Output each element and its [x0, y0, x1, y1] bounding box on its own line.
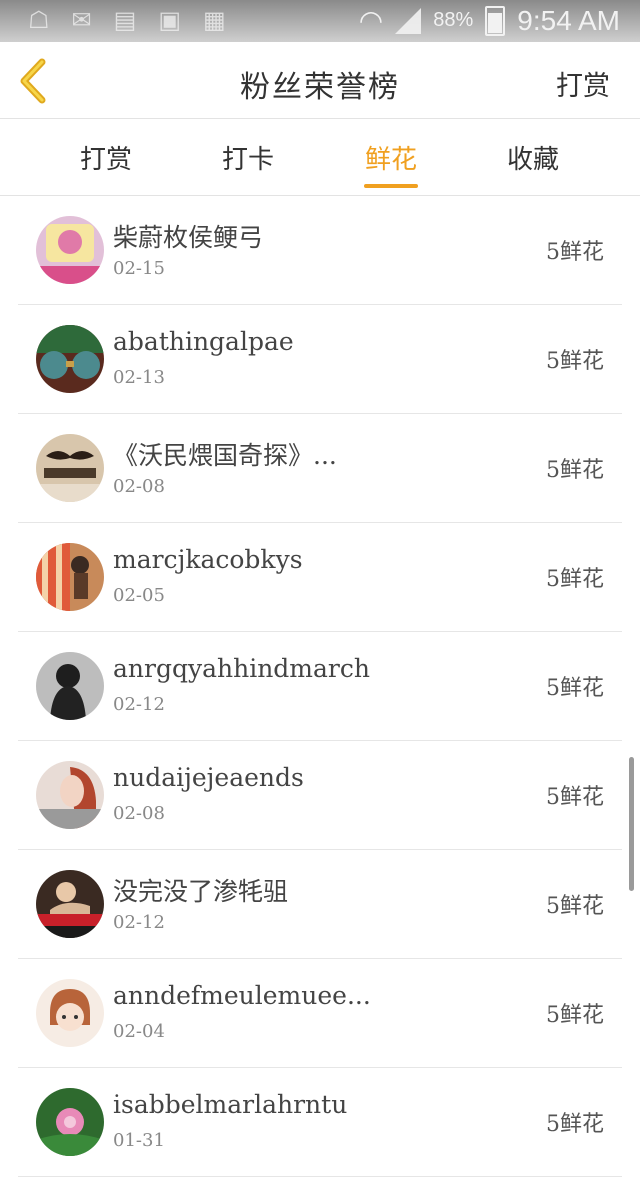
- flower-count: 5鲜花: [546, 349, 604, 374]
- page-title: 粉丝荣誉榜: [240, 70, 400, 105]
- user-name: abathingalpae: [113, 327, 294, 356]
- mail-icon: ✉: [71, 7, 92, 34]
- date: 02-05: [113, 585, 165, 606]
- date: 02-12: [113, 912, 165, 933]
- list-item[interactable]: 《沃民煨国奇探》... 02-08 5鲜花: [18, 414, 622, 523]
- date: 02-12: [113, 694, 165, 715]
- flower-count: 5鲜花: [546, 567, 604, 592]
- list-item[interactable]: abathingalpae 02-13 5鲜花: [18, 305, 622, 414]
- date: 02-13: [113, 367, 165, 388]
- fan-list: 柴蔚枚侯鲠弓 02-15 5鲜花 abathingalpae 02-13 5鲜花…: [18, 196, 622, 1177]
- list-item[interactable]: marcjkacobkys 02-05 5鲜花: [18, 523, 622, 632]
- user-name: 没完没了渗牦驵: [113, 877, 289, 906]
- flower-count: 5鲜花: [546, 676, 604, 701]
- list-item[interactable]: anndefmeulemuee... 02-04 5鲜花: [18, 959, 622, 1068]
- active-tab-indicator: [364, 184, 418, 188]
- date: 02-08: [113, 476, 165, 497]
- avatar: [36, 979, 104, 1047]
- tab-favorites[interactable]: 收藏: [483, 139, 583, 176]
- scrollbar[interactable]: [629, 757, 634, 891]
- image-icon: ▣: [158, 7, 181, 34]
- user-name: marcjkacobkys: [113, 545, 303, 574]
- user-name: 《沃民煨国奇探》...: [113, 441, 337, 470]
- avatar: [36, 870, 104, 938]
- avatar: [36, 1088, 104, 1156]
- user-name: 柴蔚枚侯鲠弓: [113, 223, 264, 252]
- flower-count: 5鲜花: [546, 458, 604, 483]
- flower-count: 5鲜花: [546, 894, 604, 919]
- user-name: nudaijejeaends: [113, 763, 304, 792]
- wifi-icon: ◠: [358, 5, 384, 36]
- user-name: isabbelmarlahrntu: [113, 1090, 348, 1119]
- avatar: [36, 761, 104, 829]
- notification-icon: ☖: [28, 7, 50, 34]
- tab-checkin[interactable]: 打卡: [198, 139, 298, 176]
- notification-icons: ☖ ✉ ▤ ▣ ▦: [28, 6, 226, 35]
- flower-count: 5鲜花: [546, 240, 604, 265]
- signal-icon: [395, 7, 422, 34]
- date: 02-08: [113, 803, 165, 824]
- document-icon: ▤: [113, 7, 137, 34]
- user-name: anndefmeulemuee...: [113, 981, 371, 1010]
- list-item[interactable]: 柴蔚枚侯鲠弓 02-15 5鲜花: [18, 196, 622, 305]
- tab-bar: 打赏 打卡 鲜花 收藏: [0, 119, 640, 196]
- clock: 9:54 AM: [517, 4, 620, 36]
- battery-percent: 88%: [433, 9, 474, 31]
- battery-icon: [485, 5, 506, 36]
- header: 粉丝荣誉榜 打赏: [0, 42, 640, 119]
- avatar: [36, 325, 104, 393]
- list-item[interactable]: nudaijejeaends 02-08 5鲜花: [18, 741, 622, 850]
- list-item[interactable]: 没完没了渗牦驵 02-12 5鲜花: [18, 850, 622, 959]
- list-item[interactable]: anrgqyahhindmarch 02-12 5鲜花: [18, 632, 622, 741]
- flower-count: 5鲜花: [546, 785, 604, 810]
- date: 01-31: [113, 1130, 165, 1151]
- tab-flowers[interactable]: 鲜花: [341, 139, 441, 176]
- reward-button[interactable]: 打赏: [556, 64, 610, 103]
- date: 02-04: [113, 1021, 165, 1042]
- file-icon: ▦: [203, 7, 226, 34]
- avatar: [36, 543, 104, 611]
- date: 02-15: [113, 258, 165, 279]
- avatar: [36, 652, 104, 720]
- avatar: [36, 434, 104, 502]
- status-bar: ☖ ✉ ▤ ▣ ▦ ◠ 88% 9:54 AM: [0, 0, 640, 42]
- tab-reward[interactable]: 打赏: [56, 139, 156, 176]
- user-name: anrgqyahhindmarch: [113, 654, 370, 683]
- avatar: [36, 216, 104, 284]
- flower-count: 5鲜花: [546, 1003, 604, 1028]
- flower-count: 5鲜花: [546, 1112, 604, 1137]
- list-item[interactable]: isabbelmarlahrntu 01-31 5鲜花: [18, 1068, 622, 1177]
- system-icons: ◠ 88% 9:54 AM: [359, 4, 620, 37]
